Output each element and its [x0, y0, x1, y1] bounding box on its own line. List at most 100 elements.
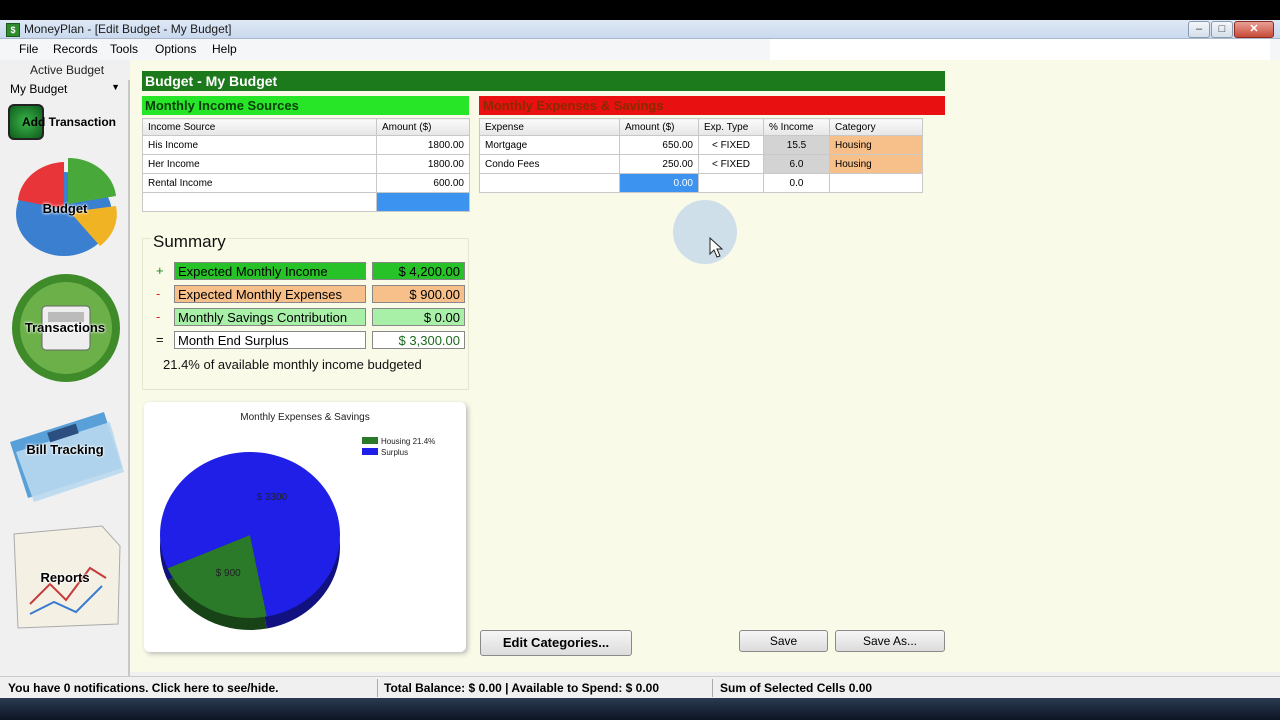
month-end-surplus-label: Month End Surplus	[174, 331, 366, 349]
active-budget-value: My Budget	[10, 82, 68, 96]
table-cell[interactable]	[829, 173, 923, 193]
table-cell[interactable]: 1800.00	[376, 135, 470, 155]
save-as-button[interactable]: Save As...	[835, 630, 945, 652]
pointer-icon	[709, 236, 724, 258]
table-cell[interactable]: His Income	[142, 135, 377, 155]
pie-chart-svg: $ 900 $ 3300 Housing 21.4% Surplus	[160, 437, 435, 630]
column-header[interactable]: Amount ($)	[619, 118, 699, 136]
expense-header: Monthly Expenses & Savings	[479, 96, 945, 115]
sign-minus: -	[156, 286, 161, 301]
maximize-button[interactable]: □	[1211, 21, 1233, 38]
income-table: Income Source Amount ($) His Income 1800…	[142, 118, 470, 212]
table-cell[interactable]: Housing	[829, 154, 923, 174]
table-cell[interactable]: Mortgage	[479, 135, 620, 155]
menu-bar: File Records Tools Options Help	[0, 39, 1280, 60]
table-cell[interactable]: 650.00	[619, 135, 699, 155]
minimize-button[interactable]: –	[1188, 21, 1210, 38]
savings-contribution-label: Monthly Savings Contribution	[174, 308, 366, 326]
income-header-row: Income Source Amount ($)	[142, 118, 470, 136]
add-transaction-button[interactable]: Add Transaction	[8, 104, 118, 140]
nav-transactions[interactable]: Transactions	[6, 272, 124, 382]
active-budget-select[interactable]: My Budget ▼	[6, 80, 124, 98]
nav-transactions-label: Transactions	[24, 320, 106, 335]
expenses-pie-chart: Monthly Expenses & Savings $ 900 $ 3300 Ho…	[144, 402, 466, 652]
add-transaction-label: Add Transaction	[22, 115, 117, 129]
status-separator	[377, 679, 378, 697]
nav-bill-tracking[interactable]: Bill Tracking	[6, 408, 124, 518]
close-button[interactable]: ✕	[1234, 21, 1274, 38]
table-row-new	[142, 192, 470, 212]
table-row: Condo Fees 250.00 < FIXED 6.0 Housing	[479, 154, 923, 174]
column-header[interactable]: Amount ($)	[376, 118, 470, 136]
selected-cells-sum: Sum of Selected Cells 0.00	[720, 681, 873, 695]
expected-income-value: $ 4,200.00	[372, 262, 465, 280]
sign-equals: =	[156, 332, 164, 347]
table-cell[interactable]: 250.00	[619, 154, 699, 174]
table-cell-selected[interactable]	[376, 192, 470, 212]
money-icon: $	[6, 23, 20, 37]
table-cell-selected[interactable]: 0.00	[619, 173, 699, 193]
table-cell[interactable]: Her Income	[142, 154, 377, 174]
legend-swatch	[362, 448, 378, 455]
table-cell[interactable]: < FIXED	[698, 154, 764, 174]
table-cell: 15.5	[763, 135, 830, 155]
month-end-surplus-value: $ 3,300.00	[372, 331, 465, 349]
column-header[interactable]: Category	[829, 118, 923, 136]
title-bar[interactable]: $ MoneyPlan - [Edit Budget - My Budget] …	[0, 20, 1280, 39]
table-cell[interactable]	[698, 173, 764, 193]
table-cell[interactable]: Condo Fees	[479, 154, 620, 174]
notifications-link[interactable]: You have 0 notifications. Click here to …	[8, 681, 279, 695]
table-row: His Income 1800.00	[142, 135, 470, 155]
expense-table: Expense Amount ($) Exp. Type % Income Ca…	[479, 118, 923, 193]
credit-card-icon	[10, 412, 124, 502]
savings-contribution-value: $ 0.00	[372, 308, 465, 326]
sign-minus: -	[156, 309, 161, 324]
nav-bill-tracking-label: Bill Tracking	[26, 442, 104, 457]
table-row: Her Income 1800.00	[142, 154, 470, 174]
sidebar: Active Budget My Budget ▼ Add Transactio…	[4, 60, 126, 672]
table-row: Mortgage 650.00 < FIXED 15.5 Housing	[479, 135, 923, 155]
column-header[interactable]: Income Source	[142, 118, 377, 136]
active-budget-label: Active Budget	[30, 63, 105, 77]
mouse-cursor-highlight	[673, 200, 737, 264]
table-cell[interactable]	[142, 192, 377, 212]
status-bar: You have 0 notifications. Click here to …	[0, 676, 1280, 699]
chevron-down-icon: ▼	[111, 82, 120, 92]
table-cell[interactable]: Housing	[829, 135, 923, 155]
window-title: MoneyPlan - [Edit Budget - My Budget]	[24, 22, 232, 36]
nav-reports-label: Reports	[40, 570, 90, 585]
menu-tools[interactable]: Tools	[110, 42, 138, 56]
table-cell: 6.0	[763, 154, 830, 174]
column-header[interactable]: % Income	[763, 118, 830, 136]
table-cell[interactable]: Rental Income	[142, 173, 377, 193]
table-cell[interactable]: 1800.00	[376, 154, 470, 174]
budgeted-percentage-text: 21.4% of available monthly income budget…	[163, 357, 422, 372]
expense-header-row: Expense Amount ($) Exp. Type % Income Ca…	[479, 118, 923, 136]
expected-income-label: Expected Monthly Income	[174, 262, 366, 280]
pie-slice-label: $ 3300	[257, 492, 288, 503]
nav-budget[interactable]: Budget	[6, 154, 124, 264]
nav-reports[interactable]: Reports	[6, 524, 124, 634]
table-row: Rental Income 600.00	[142, 173, 470, 193]
table-row-new: 0.00 0.0	[479, 173, 923, 193]
save-button[interactable]: Save	[739, 630, 828, 652]
column-header[interactable]: Expense	[479, 118, 620, 136]
legend-label: Housing 21.4%	[381, 437, 435, 446]
table-cell: 0.0	[763, 173, 830, 193]
legend-label: Surplus	[381, 448, 408, 457]
edit-categories-button[interactable]: Edit Categories...	[480, 630, 632, 656]
pie-slice-label: $ 900	[216, 568, 241, 579]
nav-budget-label: Budget	[42, 201, 88, 216]
menu-records[interactable]: Records	[53, 42, 98, 56]
sign-plus: +	[156, 263, 164, 278]
column-header[interactable]: Exp. Type	[698, 118, 764, 136]
budget-editor: Budget - My Budget Monthly Income Source…	[130, 60, 1280, 672]
balance-status: Total Balance: $ 0.00 | Available to Spe…	[384, 681, 660, 695]
menu-options[interactable]: Options	[155, 42, 196, 56]
table-cell[interactable]: 600.00	[376, 173, 470, 193]
table-cell[interactable]: < FIXED	[698, 135, 764, 155]
table-cell[interactable]	[479, 173, 620, 193]
menu-file[interactable]: File	[19, 42, 38, 56]
menu-help[interactable]: Help	[212, 42, 237, 56]
summary-title: Summary	[151, 232, 228, 252]
